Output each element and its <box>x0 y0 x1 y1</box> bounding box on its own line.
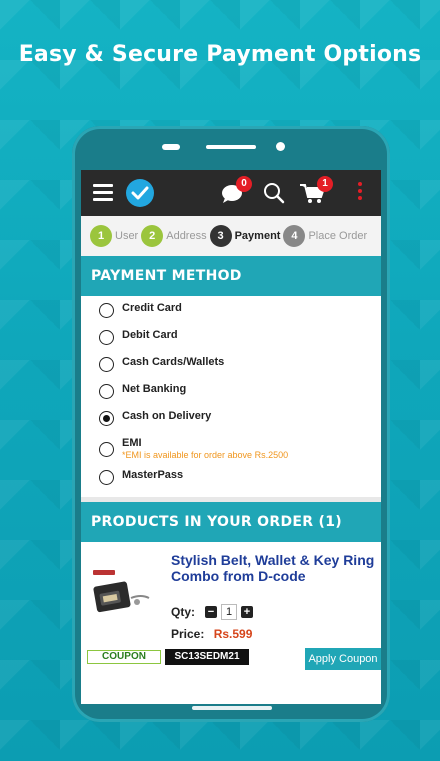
speaker-grille <box>206 145 256 149</box>
payment-option-masterpass[interactable]: MasterPass <box>99 469 381 489</box>
payment-option-debit-card[interactable]: Debit Card <box>99 329 381 356</box>
step-user[interactable]: 1 User <box>90 225 138 247</box>
emi-note: *EMI is available for order above Rs.250… <box>122 450 289 460</box>
step-number: 2 <box>141 225 164 247</box>
cart-icon[interactable]: 1 <box>299 176 333 204</box>
step-number: 1 <box>90 225 112 247</box>
price-label: Price: <box>171 627 205 641</box>
radio-button[interactable] <box>99 303 114 318</box>
coupon-code: SC13SEDM21 <box>165 649 249 665</box>
step-address[interactable]: 2 Address <box>141 225 207 247</box>
option-label: Net Banking <box>122 383 187 395</box>
chat-icon[interactable]: 0 <box>221 176 252 204</box>
product-image[interactable] <box>91 568 153 618</box>
step-label: User <box>115 230 139 242</box>
apply-coupon-button[interactable]: Apply Coupon <box>305 648 381 670</box>
front-camera <box>276 142 285 151</box>
payment-method-heading: PAYMENT METHOD <box>81 256 381 296</box>
headline: Easy & Secure Payment Options <box>18 42 422 67</box>
step-label: Place Order <box>308 230 368 242</box>
option-label: Credit Card <box>122 302 182 314</box>
payment-option-emi[interactable]: EMI *EMI is available for order above Rs… <box>99 437 381 469</box>
payment-option-net-banking[interactable]: Net Banking <box>99 383 381 410</box>
app-bar: 0 1 <box>81 170 381 216</box>
payment-option-cash-cards[interactable]: Cash Cards/Wallets <box>99 356 381 383</box>
coupon-label: COUPON <box>87 650 161 664</box>
option-label: Cash Cards/Wallets <box>122 356 225 368</box>
payment-option-cash-on-delivery[interactable]: Cash on Delivery <box>99 410 381 437</box>
qty-increase-button[interactable]: + <box>241 606 253 618</box>
quantity-row: Qty: − 1 + <box>171 604 257 620</box>
radio-button-selected[interactable] <box>99 411 114 426</box>
qty-label: Qty: <box>171 605 195 619</box>
chat-badge: 0 <box>236 176 252 192</box>
radio-button[interactable] <box>99 384 114 399</box>
qty-decrease-button[interactable]: − <box>205 606 217 618</box>
phone-top <box>72 126 390 170</box>
step-number: 4 <box>283 225 306 247</box>
cart-badge: 1 <box>317 176 333 192</box>
radio-button[interactable] <box>99 470 114 485</box>
option-label: EMI <box>122 437 142 449</box>
sensor-dot <box>162 144 180 150</box>
app-screen: 0 1 1 User 2 Address 3 Payment 4 Place O… <box>81 170 381 704</box>
menu-icon[interactable] <box>93 184 113 202</box>
radio-button[interactable] <box>99 442 114 457</box>
step-payment[interactable]: 3 Payment <box>209 225 281 247</box>
step-place-order[interactable]: 4 Place Order <box>283 225 367 247</box>
payment-option-credit-card[interactable]: Credit Card <box>99 302 381 329</box>
price-row: Price: Rs.599 <box>171 627 252 641</box>
payment-options: Credit Card Debit Card Cash Cards/Wallet… <box>81 296 381 502</box>
radio-button[interactable] <box>99 330 114 345</box>
brand-logo[interactable] <box>126 179 154 207</box>
step-label: Address <box>166 230 207 242</box>
option-label: MasterPass <box>122 469 184 481</box>
phone-frame: 0 1 1 User 2 Address 3 Payment 4 Place O… <box>72 126 390 722</box>
option-label: Cash on Delivery <box>122 410 212 422</box>
price-value: Rs.599 <box>213 627 253 641</box>
search-icon[interactable] <box>263 182 285 204</box>
overflow-menu-icon[interactable] <box>357 182 363 204</box>
order-product: Stylish Belt, Wallet & Key Ring Combo fr… <box>81 542 381 670</box>
step-number: 3 <box>209 225 232 247</box>
checkout-steps: 1 User 2 Address 3 Payment 4 Place Order <box>81 216 381 256</box>
qty-value[interactable]: 1 <box>221 604 237 620</box>
radio-button[interactable] <box>99 357 114 372</box>
option-label: Debit Card <box>122 329 178 341</box>
coupon-row: COUPON SC13SEDM21 Apply Coupon <box>81 648 381 670</box>
product-title[interactable]: Stylish Belt, Wallet & Key Ring Combo fr… <box>171 552 381 584</box>
step-label: Payment <box>234 230 281 242</box>
home-indicator <box>192 706 272 710</box>
order-products-heading: PRODUCTS IN YOUR ORDER (1) <box>81 502 381 542</box>
